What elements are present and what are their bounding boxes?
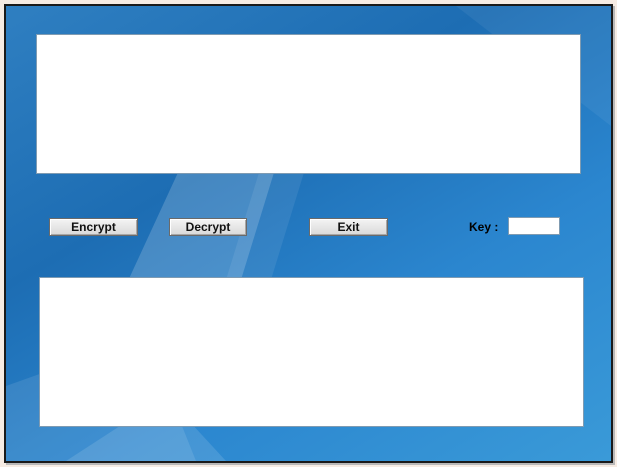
- key-label: Key :: [469, 220, 499, 234]
- key-input[interactable]: [508, 217, 560, 235]
- output-text-area[interactable]: [39, 277, 584, 427]
- app-window: Encrypt Decrypt Exit Key :: [4, 4, 613, 463]
- encrypt-button[interactable]: Encrypt: [49, 218, 138, 236]
- decrypt-button[interactable]: Decrypt: [169, 218, 247, 236]
- exit-button[interactable]: Exit: [309, 218, 388, 236]
- input-text-area[interactable]: [36, 34, 581, 174]
